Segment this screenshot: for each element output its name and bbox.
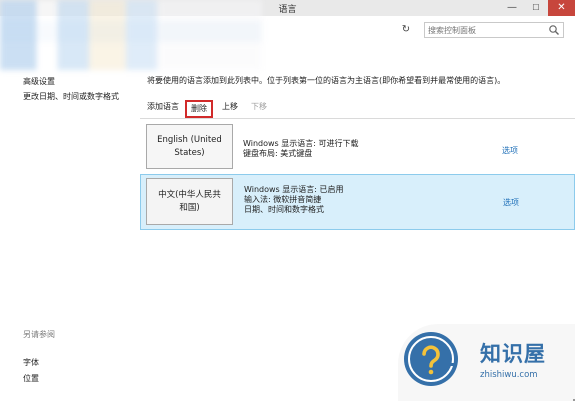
add-language-button[interactable]: 添加语言 (147, 101, 179, 113)
language-row-chinese[interactable]: 中文(中华人民共 和国) Windows 显示语言: 已启用 输入法: 微软拼音… (140, 174, 575, 230)
language-info-line: 键盘布局: 美式键盘 (243, 149, 313, 158)
move-down-button[interactable]: 下移 (251, 101, 267, 113)
language-options-link[interactable]: 选项 (503, 197, 519, 208)
language-name-line: 中文(中华人民共 (158, 189, 221, 200)
sidebar-link-change-datetime[interactable]: 更改日期、时间或数字格式 (23, 91, 119, 102)
language-row-english[interactable]: English (United States) Windows 显示语言: 可进… (140, 119, 575, 175)
remove-language-button[interactable]: 删除 (185, 100, 213, 118)
language-toolbar: 添加语言 删除 上移 下移 (147, 100, 307, 118)
language-name-box[interactable]: 中文(中华人民共 和国) (146, 178, 233, 225)
language-name-line: English (United (157, 134, 222, 145)
sidebar-link-advanced-settings[interactable]: 高级设置 (23, 76, 55, 87)
sidebar-link-location[interactable]: 位置 (23, 373, 39, 384)
language-info: Windows 显示语言: 可进行下载 键盘布局: 美式键盘 (243, 139, 359, 159)
watermark-url: zhishiwu.com (480, 370, 538, 380)
search-box[interactable] (424, 22, 564, 38)
sidebar-link-font[interactable]: 字体 (23, 357, 39, 368)
language-info-line: Windows 显示语言: 已启用 (244, 185, 344, 194)
question-bulb-icon (404, 332, 458, 386)
close-button[interactable]: ✕ (548, 0, 575, 16)
resize-grip-icon[interactable] (569, 395, 575, 401)
search-input[interactable] (428, 24, 546, 36)
minimize-button[interactable]: — (500, 0, 524, 16)
maximize-button[interactable]: ☐ (524, 0, 548, 16)
language-info-line: 输入法: 微软拼音简捷 (244, 195, 322, 204)
language-info-line: Windows 显示语言: 可进行下载 (243, 139, 359, 148)
instruction-text: 将要使用的语言添加到此列表中。位于列表第一位的语言为主语言(即你希望看到并最常使… (147, 76, 506, 85)
address-bar: ↻ (0, 16, 575, 44)
search-icon[interactable] (548, 24, 560, 36)
language-name-line: 和国) (179, 202, 200, 213)
refresh-button[interactable]: ↻ (399, 23, 413, 36)
language-name-box[interactable]: English (United States) (146, 124, 233, 169)
language-options-link[interactable]: 选项 (502, 145, 518, 156)
see-also-heading: 另请参阅 (23, 330, 55, 339)
language-info: Windows 显示语言: 已启用 输入法: 微软拼音简捷 日期、时间和数字格式 (244, 185, 344, 215)
language-name-line: States) (174, 147, 205, 158)
language-info-line: 日期、时间和数字格式 (244, 205, 324, 214)
watermark: 知识屋 zhishiwu.com (398, 324, 575, 401)
move-up-button[interactable]: 上移 (222, 101, 238, 113)
watermark-title: 知识屋 (480, 342, 546, 366)
